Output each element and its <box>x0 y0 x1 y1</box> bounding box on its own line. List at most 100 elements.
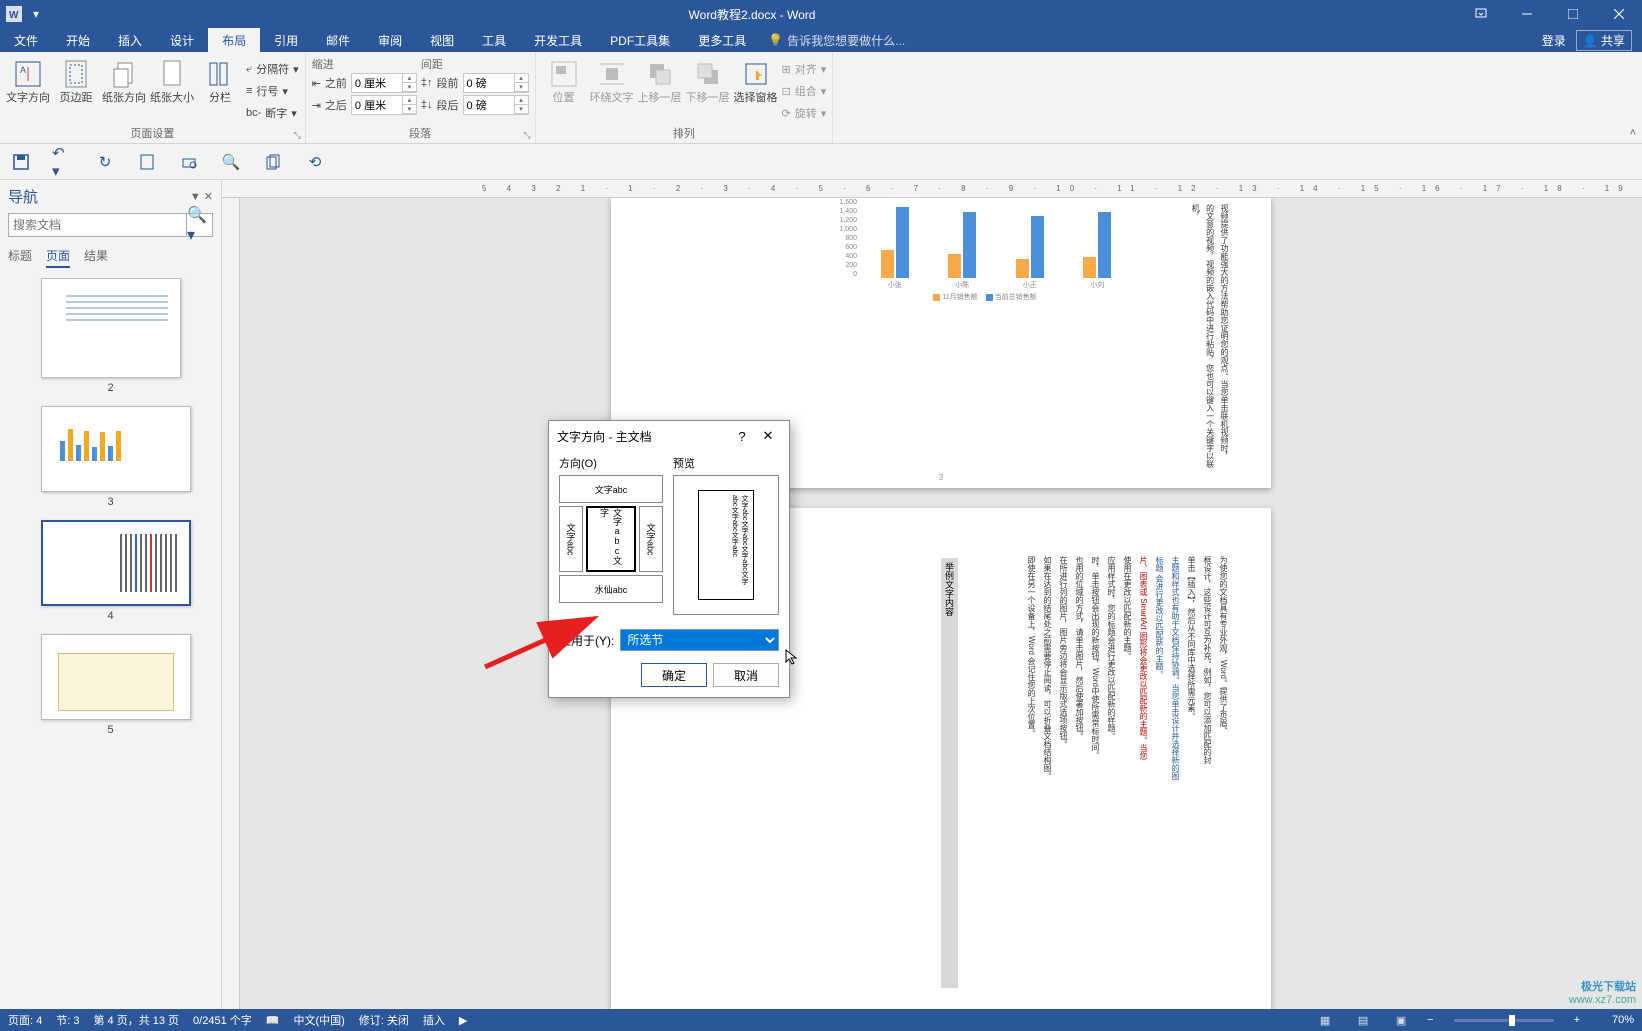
status-track[interactable]: 修订: 关闭 <box>359 1012 409 1028</box>
group-page-setup: A 文字方向 页边距 纸张方向 纸张大小 分栏 ⤶ 分隔符 ▾ ≡ 行号 ▾ <box>0 52 306 143</box>
preview-label: 预览 <box>673 455 779 471</box>
status-macro-icon[interactable]: ▶ <box>459 1014 467 1027</box>
text-direction-button[interactable]: A 文字方向 <box>6 56 50 105</box>
indent-right-input[interactable]: ▴▾ <box>351 95 417 115</box>
tell-me[interactable]: 💡告诉我您想要做什么... <box>760 28 905 52</box>
nav-tab-results[interactable]: 结果 <box>84 247 108 268</box>
nav-thumbs[interactable]: 2 3 4 5 <box>8 278 213 1003</box>
bring-forward-button[interactable]: 上移一层 <box>638 56 682 105</box>
status-insert[interactable]: 插入 <box>423 1012 445 1028</box>
status-words[interactable]: 0/2451 个字 <box>193 1012 252 1028</box>
position-button[interactable]: 位置 <box>542 56 586 105</box>
share-label: 共享 <box>1601 34 1625 48</box>
status-page-of[interactable]: 第 4 页，共 13 页 <box>93 1012 179 1028</box>
nav-tab-pages[interactable]: 页面 <box>46 247 70 268</box>
orient-option-1[interactable]: 文字abc <box>559 475 663 503</box>
tab-moretools[interactable]: 更多工具 <box>684 28 760 52</box>
status-lang[interactable]: 中文(中国) <box>293 1012 344 1028</box>
print-preview-icon[interactable] <box>178 151 200 173</box>
cancel-button[interactable]: 取消 <box>713 663 779 687</box>
tab-file[interactable]: 文件 <box>0 28 52 52</box>
nav-dropdown-icon[interactable]: ▼ <box>190 191 201 203</box>
tab-view[interactable]: 视图 <box>416 28 468 52</box>
share-button[interactable]: 👤 共享 <box>1576 30 1632 51</box>
thumb-page-2[interactable]: 2 <box>41 278 181 394</box>
thumb-page-5[interactable]: 5 <box>41 634 181 736</box>
ribbon-options-button[interactable] <box>1458 0 1504 28</box>
zoom-slider[interactable] <box>1454 1019 1554 1022</box>
copy-icon[interactable] <box>262 151 284 173</box>
nav-tab-headings[interactable]: 标题 <box>8 247 32 268</box>
horizontal-ruler[interactable]: 5 4 3 2 1 · 1 · 2 · 3 · 4 · 5 · 6 · 7 · … <box>222 180 1642 198</box>
send-backward-icon <box>692 58 724 90</box>
columns-icon <box>204 58 236 90</box>
save-icon[interactable] <box>10 151 32 173</box>
vertical-ruler[interactable] <box>222 198 240 1009</box>
status-page[interactable]: 页面: 4 <box>8 1012 42 1028</box>
ok-button[interactable]: 确定 <box>641 663 707 687</box>
columns-button[interactable]: 分栏 <box>198 56 242 105</box>
spacing-before-input[interactable]: ▴▾ <box>463 73 529 93</box>
tab-design[interactable]: 设计 <box>156 28 208 52</box>
status-section[interactable]: 节: 3 <box>56 1012 79 1028</box>
qat-dropdown-icon[interactable]: ▾ <box>26 4 46 24</box>
view-print-icon[interactable]: ▤ <box>1351 1011 1375 1029</box>
thumb-page-3[interactable]: 3 <box>41 406 181 508</box>
nav-search-button[interactable]: 🔍▾ <box>186 214 212 236</box>
line-numbers-button[interactable]: ≡ 行号 ▾ <box>246 80 299 102</box>
zoom-icon[interactable]: 🔍 <box>220 151 242 173</box>
tab-tools[interactable]: 工具 <box>468 28 520 52</box>
view-read-icon[interactable]: ▦ <box>1313 1011 1337 1029</box>
ribbon-collapse-button[interactable]: ˄ <box>1630 127 1636 139</box>
breaks-button[interactable]: ⤶ 分隔符 ▾ <box>246 58 299 80</box>
orientation-button[interactable]: 纸张方向 <box>102 56 146 105</box>
spacing-after-input[interactable]: ▴▾ <box>463 95 529 115</box>
page-setup-launcher[interactable]: ⤡ <box>294 130 301 141</box>
undo-icon[interactable]: ↶ ▾ <box>52 151 74 173</box>
tab-home[interactable]: 开始 <box>52 28 104 52</box>
selection-pane-button[interactable]: 选择窗格 <box>734 56 778 105</box>
tab-pdftools[interactable]: PDF工具集 <box>596 28 684 52</box>
ribbon: A 文字方向 页边距 纸张方向 纸张大小 分栏 ⤶ 分隔符 ▾ ≡ 行号 ▾ <box>0 52 1642 144</box>
tab-devtools[interactable]: 开发工具 <box>520 28 596 52</box>
document-canvas[interactable]: 1,6001,4001,2001,0008006004002000 小张小陈小王… <box>240 198 1642 1009</box>
rotate-button[interactable]: ⟳ 旋转 ▾ <box>782 102 827 124</box>
refresh-icon[interactable]: ⟲ <box>304 151 326 173</box>
indent-left-input[interactable]: ▴▾ <box>351 73 417 93</box>
orient-option-4[interactable]: 文字abc <box>639 506 663 572</box>
dialog-close-button[interactable]: ✕ <box>755 428 781 444</box>
tab-mailings[interactable]: 邮件 <box>312 28 364 52</box>
zoom-level[interactable]: 70% <box>1594 1014 1634 1026</box>
new-doc-icon[interactable] <box>136 151 158 173</box>
tab-references[interactable]: 引用 <box>260 28 312 52</box>
orient-option-5[interactable]: 水仙abc <box>559 575 663 603</box>
nav-close-icon[interactable]: ✕ <box>204 191 213 203</box>
status-spell-icon[interactable]: 📖 <box>266 1014 280 1027</box>
redo-icon[interactable]: ↻ <box>94 151 116 173</box>
orient-option-2[interactable]: 文字abc <box>559 506 583 572</box>
tab-review[interactable]: 审阅 <box>364 28 416 52</box>
minimize-button[interactable] <box>1504 0 1550 28</box>
margins-button[interactable]: 页边距 <box>54 56 98 105</box>
tab-insert[interactable]: 插入 <box>104 28 156 52</box>
paragraph-launcher[interactable]: ⤡ <box>523 130 530 141</box>
send-backward-button[interactable]: 下移一层 <box>686 56 730 105</box>
tab-layout[interactable]: 布局 <box>208 28 260 52</box>
align-button[interactable]: ⊞ 对齐 ▾ <box>782 58 827 80</box>
maximize-button[interactable] <box>1550 0 1596 28</box>
login-button[interactable]: 登录 <box>1542 32 1566 49</box>
zoom-in-button[interactable]: + <box>1574 1014 1580 1026</box>
size-button[interactable]: 纸张大小 <box>150 56 194 105</box>
group-button[interactable]: ⊡ 组合 ▾ <box>782 80 827 102</box>
orient-option-3[interactable]: 文字abc文字 <box>586 506 636 572</box>
wrap-button[interactable]: 环绕文字 <box>590 56 634 105</box>
close-button[interactable] <box>1596 0 1642 28</box>
nav-search[interactable]: 🔍▾ <box>8 213 213 237</box>
apply-to-select[interactable]: 所选节 <box>620 629 779 651</box>
thumb-page-4[interactable]: 4 <box>41 520 181 622</box>
nav-search-input[interactable] <box>9 214 186 236</box>
dialog-help-button[interactable]: ? <box>729 429 755 444</box>
view-web-icon[interactable]: ▣ <box>1389 1011 1413 1029</box>
zoom-out-button[interactable]: − <box>1427 1014 1433 1026</box>
hyphenation-button[interactable]: bc- 断字 ▾ <box>246 102 299 124</box>
